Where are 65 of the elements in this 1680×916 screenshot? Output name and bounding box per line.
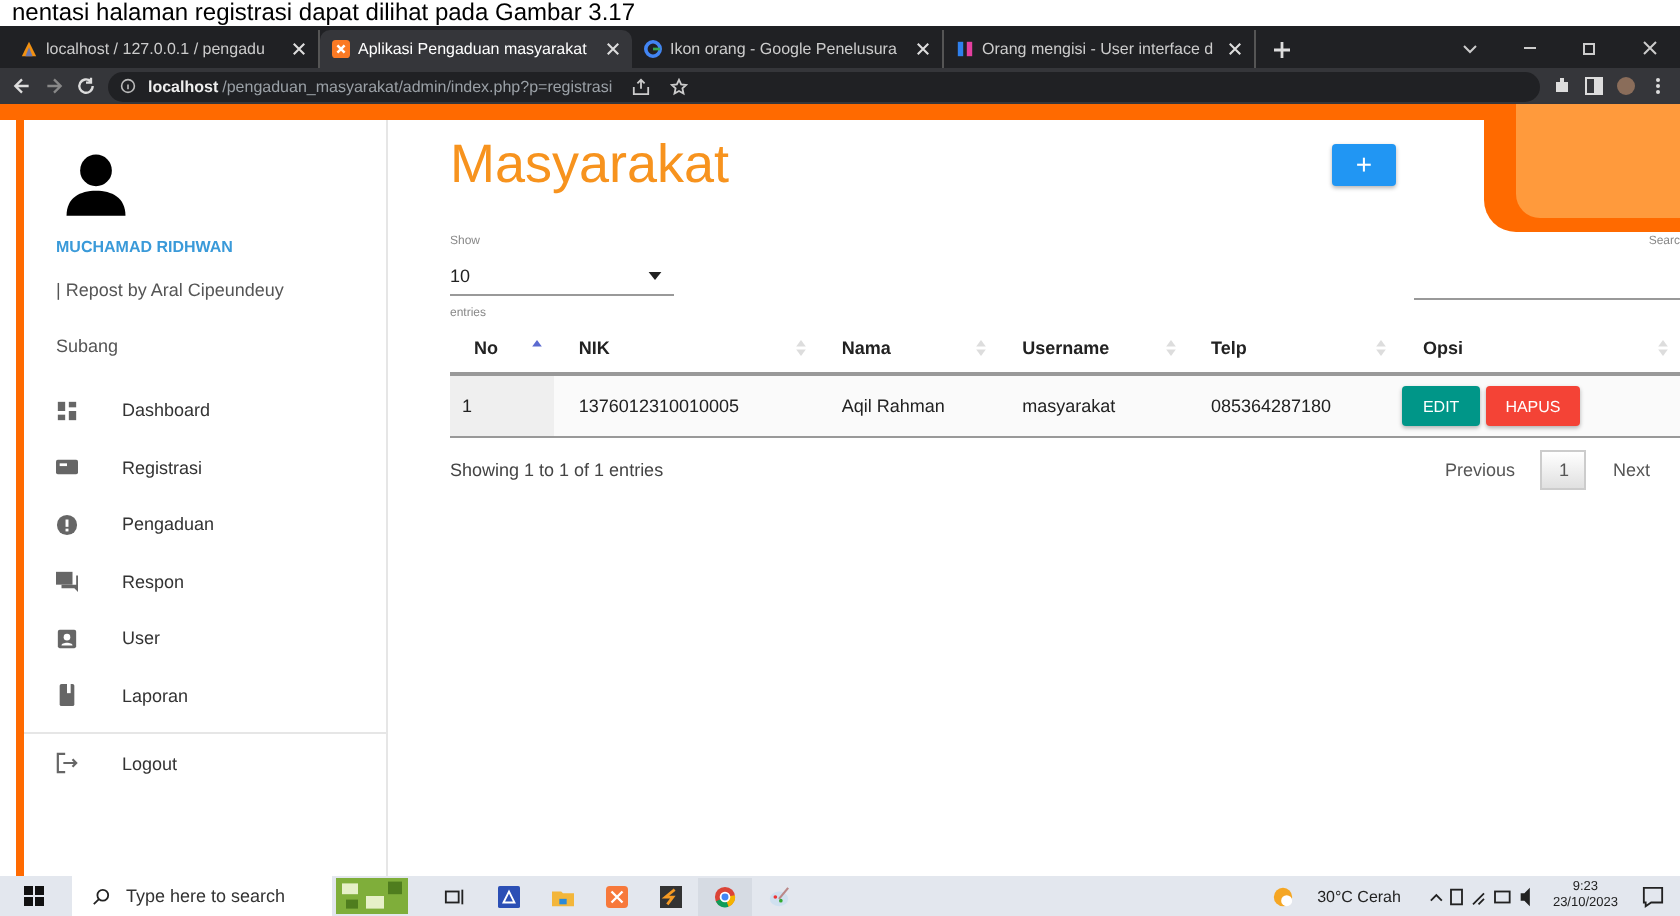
sidebar-item[interactable]: Dashboard [24,382,386,439]
logout-icon [56,752,78,774]
user-name: MUCHAMAD RIDHWAN [56,238,235,256]
forward-icon[interactable] [44,76,64,96]
edit-button[interactable]: EDIT [1402,386,1480,426]
card-icon [56,456,78,479]
taskbar-search[interactable]: Type here to search [72,876,332,916]
app-icon[interactable] [498,885,520,907]
sidebar-item[interactable]: Respon [24,553,386,610]
table-cell: 1376012310010005 [554,374,818,437]
reload-icon[interactable] [76,76,96,96]
close-icon[interactable] [1640,38,1660,58]
user-subtitle: | Repost by Aral Cipeundeuy [56,280,286,300]
back-icon[interactable] [12,76,32,96]
weather-icon [1271,885,1294,907]
pagination-button[interactable]: Previous [1426,450,1533,490]
entries-select[interactable]: 10 [450,256,674,296]
person-icon [62,150,130,218]
search-icon [92,887,110,905]
app-icon [332,40,350,58]
logout-link[interactable]: Logout [24,732,386,792]
close-icon[interactable] [916,42,930,56]
table-info: Showing 1 to 1 of 1 entries [450,460,664,480]
google-icon [644,40,662,58]
chrome-icon[interactable] [698,877,752,915]
dashboard-icon [56,399,78,422]
table-cell: 085364287180 [1187,374,1399,437]
restore-icon[interactable] [1580,38,1600,58]
table-cell: masyarakat [998,374,1187,437]
contact-icon [56,627,78,650]
close-icon[interactable] [1228,42,1242,56]
alert-icon [56,513,78,536]
browser-tab[interactable]: Aplikasi Pengaduan masyarakat [320,30,632,68]
app-icon[interactable] [660,885,682,907]
pagination-button[interactable]: Next [1594,450,1668,490]
avatar-icon[interactable] [1616,76,1636,96]
sidepanel-icon[interactable] [1584,76,1604,96]
table-cell: 1 [450,374,555,437]
sidebar-item[interactable]: Pengaduan [24,496,386,553]
puzzle-icon[interactable] [1552,76,1572,96]
page-title: Masyarakat [450,133,730,195]
sidebar-item[interactable]: User [24,610,386,667]
user-location: Subang [56,336,121,356]
sidebar-item[interactable]: Laporan [24,667,386,724]
task-view-icon[interactable] [444,885,466,907]
windows-icon[interactable] [24,886,44,906]
sidebar-item[interactable]: Registrasi [24,439,386,496]
delete-button[interactable]: HAPUS [1485,386,1581,426]
pagination-button[interactable]: 1 [1540,450,1587,490]
new-tab-icon[interactable] [1272,40,1292,60]
notification-icon[interactable] [1642,885,1664,907]
caret-icon [648,271,662,279]
table-cell: Aqil Rahman [817,374,999,437]
share-icon[interactable] [632,77,651,95]
book-icon [56,684,78,707]
weather-text[interactable]: 30°C Cerah [1317,887,1401,905]
address-bar[interactable]: localhost /pengaduan_masyarakat/admin/index.php?p=registrasi [108,71,1540,101]
star-icon[interactable] [670,77,689,95]
caption-text: nentasi halaman registrasi dapat dilihat pada Gambar 3.17 [12,0,636,26]
chat-icon [56,570,78,593]
close-icon[interactable] [606,42,620,56]
sail-icon [20,40,38,58]
info-icon [120,78,136,94]
close-icon[interactable] [292,42,306,56]
app-icon [956,40,974,58]
